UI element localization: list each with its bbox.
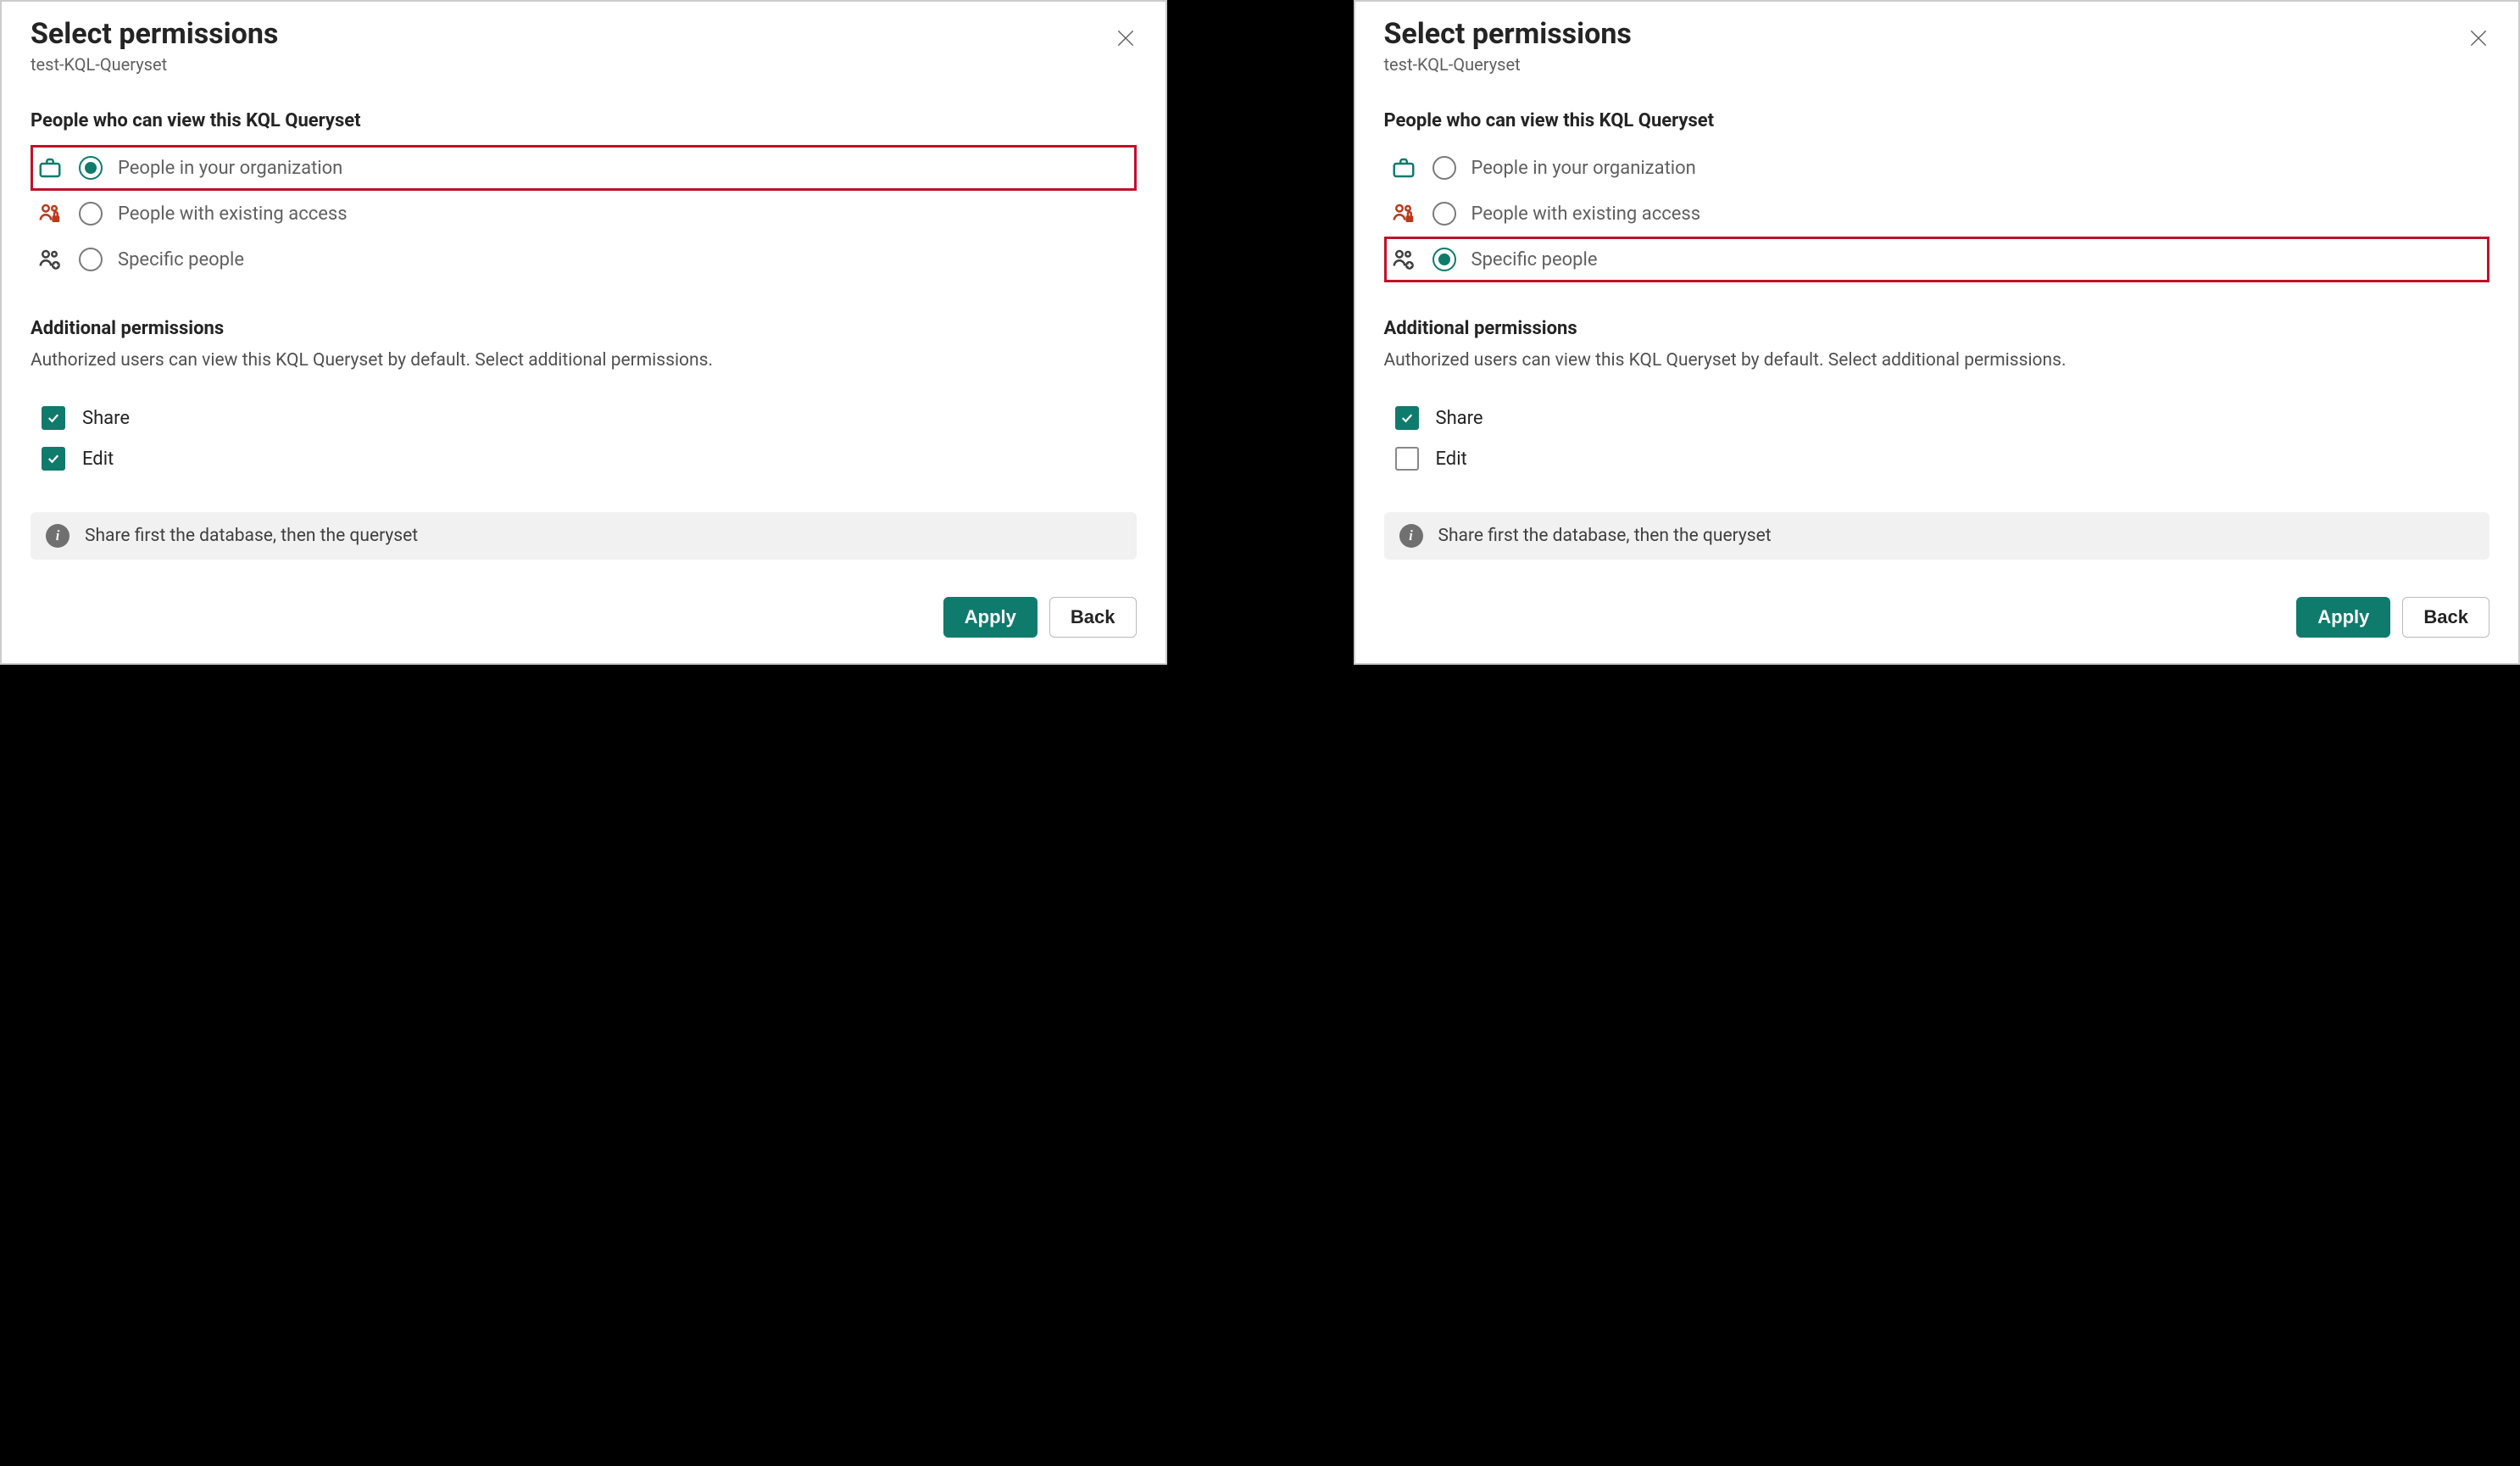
close-icon[interactable] <box>2467 27 2489 49</box>
info-text: Share first the database, then the query… <box>85 526 418 546</box>
checkbox-edit[interactable] <box>1395 447 1419 471</box>
people-lock-icon <box>36 200 64 227</box>
radio-org[interactable] <box>1432 156 1456 180</box>
checkbox-label-share: Share <box>1436 408 1483 429</box>
checkbox-label-edit: Edit <box>82 449 114 470</box>
permissions-checkbox-group: Share Edit <box>31 390 1137 487</box>
dialog-subtitle: test-KQL-Queryset <box>31 54 278 75</box>
info-text: Share first the database, then the query… <box>1438 526 1772 546</box>
perm-share-row[interactable]: Share <box>36 398 1131 438</box>
info-icon: i <box>46 524 70 548</box>
checkbox-label-share: Share <box>82 408 130 429</box>
checkbox-edit[interactable] <box>42 447 65 471</box>
radio-org[interactable] <box>79 156 103 180</box>
briefcase-icon <box>1390 154 1417 181</box>
additional-heading: Additional permissions <box>1384 318 2490 339</box>
option-specific[interactable]: Specific people <box>31 237 1137 282</box>
back-button[interactable]: Back <box>2402 597 2489 638</box>
permissions-checkbox-group: Share Edit <box>1384 390 2490 487</box>
radio-label-org: People in your organization <box>1471 158 1696 179</box>
audience-radio-group: People in your organization People with … <box>31 145 1137 282</box>
view-heading: People who can view this KQL Queryset <box>31 110 1137 131</box>
view-heading: People who can view this KQL Queryset <box>1384 110 2490 131</box>
radio-label-specific: Specific people <box>1471 249 1598 270</box>
permissions-dialog-right: Select permissions test-KQL-Queryset Peo… <box>1354 0 2520 665</box>
info-icon: i <box>1399 524 1423 548</box>
dialog-subtitle: test-KQL-Queryset <box>1384 54 1632 75</box>
radio-existing[interactable] <box>1432 202 1456 226</box>
radio-label-existing: People with existing access <box>1471 203 1701 225</box>
apply-button[interactable]: Apply <box>943 597 1037 638</box>
radio-specific[interactable] <box>79 248 103 271</box>
checkbox-share[interactable] <box>1395 406 1419 430</box>
back-button[interactable]: Back <box>1049 597 1137 638</box>
checkbox-label-edit: Edit <box>1436 449 1467 470</box>
perm-share-row[interactable]: Share <box>1390 398 2484 438</box>
radio-label-existing: People with existing access <box>118 203 348 225</box>
people-add-icon <box>36 246 64 273</box>
additional-desc: Authorized users can view this KQL Query… <box>31 348 1137 373</box>
option-org[interactable]: People in your organization <box>31 145 1137 191</box>
option-existing[interactable]: People with existing access <box>1384 191 2490 237</box>
info-banner: i Share first the database, then the que… <box>1384 512 2490 560</box>
option-existing[interactable]: People with existing access <box>31 191 1137 237</box>
additional-desc: Authorized users can view this KQL Query… <box>1384 348 2490 373</box>
dialog-title: Select permissions <box>31 17 278 51</box>
perm-edit-row[interactable]: Edit <box>36 438 1131 479</box>
audience-radio-group: People in your organization People with … <box>1384 145 2490 282</box>
option-specific[interactable]: Specific people <box>1384 237 2490 282</box>
close-icon[interactable] <box>1115 27 1137 49</box>
apply-button[interactable]: Apply <box>2296 597 2390 638</box>
dialog-title: Select permissions <box>1384 17 1632 51</box>
option-org[interactable]: People in your organization <box>1384 145 2490 191</box>
perm-edit-row[interactable]: Edit <box>1390 438 2484 479</box>
radio-existing[interactable] <box>79 202 103 226</box>
radio-specific[interactable] <box>1432 248 1456 271</box>
info-banner: i Share first the database, then the que… <box>31 512 1137 560</box>
people-lock-icon <box>1390 200 1417 227</box>
checkbox-share[interactable] <box>42 406 65 430</box>
people-add-icon <box>1390 246 1417 273</box>
radio-label-specific: Specific people <box>118 249 244 270</box>
radio-label-org: People in your organization <box>118 158 342 179</box>
briefcase-icon <box>36 154 64 181</box>
additional-heading: Additional permissions <box>31 318 1137 339</box>
permissions-dialog-left: Select permissions test-KQL-Queryset Peo… <box>0 0 1167 665</box>
